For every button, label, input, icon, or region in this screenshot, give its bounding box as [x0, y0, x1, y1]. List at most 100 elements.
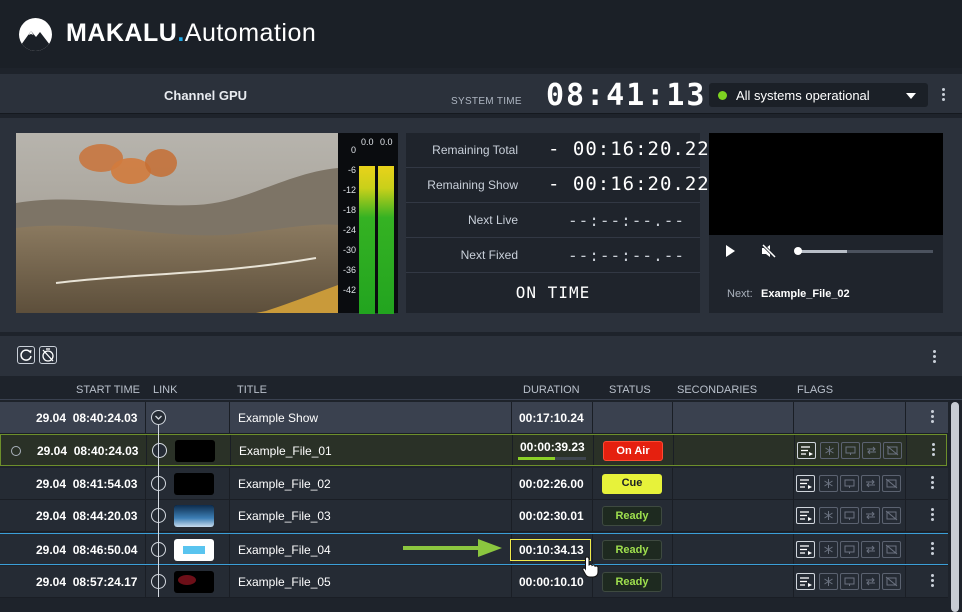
- table-row[interactable]: 29.04 08:57:24.17 Example_File_05 00:00:10…: [0, 566, 948, 598]
- live-feed-icon[interactable]: [840, 541, 859, 558]
- col-start-time[interactable]: START TIME: [76, 384, 140, 396]
- no-image-icon[interactable]: [883, 442, 902, 459]
- playlist-flag-icon[interactable]: [796, 541, 815, 558]
- row-menu-icon[interactable]: [931, 410, 935, 426]
- link-connector: [158, 425, 159, 597]
- playlist-flag-icon[interactable]: [797, 442, 816, 459]
- live-feed-icon[interactable]: [841, 442, 860, 459]
- loop-icon[interactable]: [862, 442, 881, 459]
- row-menu-icon[interactable]: [931, 476, 935, 492]
- row-menu-icon[interactable]: [932, 443, 936, 459]
- loop-icon[interactable]: [861, 507, 880, 524]
- row-duration[interactable]: 00:00:10.10: [519, 575, 584, 589]
- link-node[interactable]: [152, 443, 167, 458]
- status-badge: Ready: [602, 572, 662, 592]
- loop-icon[interactable]: [861, 541, 880, 558]
- timer-off-button[interactable]: [39, 346, 57, 364]
- table-row[interactable]: 29.04 08:41:54.03 Example_File_02 00:02:26…: [0, 468, 948, 500]
- row-duration[interactable]: 00:00:39.23: [520, 440, 585, 454]
- live-feed-icon[interactable]: [840, 507, 859, 524]
- col-flags[interactable]: FLAGS: [797, 384, 833, 396]
- monitor-panel: 0.0 0.0 0 -6 -12 -18 -24 -30 -36 -42 Rem…: [0, 118, 962, 332]
- app-header: MAKALU.Automation: [0, 0, 962, 68]
- row-menu-icon[interactable]: [931, 542, 935, 558]
- timer-row: Next Live --:--:--.--: [406, 203, 700, 238]
- row-title[interactable]: Example_File_04: [238, 543, 331, 557]
- snowflake-icon[interactable]: [819, 507, 838, 524]
- seek-bar[interactable]: [794, 247, 933, 255]
- duration-edit-highlight[interactable]: [510, 539, 591, 561]
- playlist-scrollbar[interactable]: [948, 402, 962, 612]
- row-start-time: 29.04 08:44:20.03: [36, 509, 138, 523]
- collapse-group-button[interactable]: [151, 410, 166, 425]
- timer-label: Remaining Show: [427, 178, 518, 192]
- system-time-label: SYSTEM TIME: [451, 96, 522, 107]
- no-image-icon[interactable]: [882, 475, 901, 492]
- row-title[interactable]: Example_File_05: [238, 575, 331, 589]
- no-image-icon[interactable]: [882, 573, 901, 590]
- playlist-menu-icon[interactable]: [933, 350, 937, 366]
- col-title[interactable]: TITLE: [237, 384, 267, 396]
- row-duration[interactable]: 00:02:26.00: [519, 477, 584, 491]
- annotation-arrow-head: [478, 539, 502, 557]
- channel-menu-icon[interactable]: [942, 88, 946, 104]
- snowflake-icon[interactable]: [820, 442, 839, 459]
- program-video-preview: [16, 133, 338, 313]
- row-title[interactable]: Example_File_02: [238, 477, 331, 491]
- live-feed-icon[interactable]: [840, 475, 859, 492]
- snowflake-icon[interactable]: [819, 573, 838, 590]
- snowflake-icon[interactable]: [819, 541, 838, 558]
- vu-left-channel: [359, 166, 375, 314]
- vu-right-peak: 0.0: [380, 137, 393, 147]
- chevron-down-icon: [906, 93, 916, 99]
- row-menu-icon[interactable]: [931, 508, 935, 524]
- vu-right-channel: [378, 166, 394, 314]
- loop-icon[interactable]: [861, 573, 880, 590]
- system-status-text: All systems operational: [736, 88, 870, 103]
- clip-thumbnail: [174, 571, 214, 593]
- row-menu-icon[interactable]: [931, 574, 935, 590]
- no-image-icon[interactable]: [882, 541, 901, 558]
- live-feed-icon[interactable]: [840, 573, 859, 590]
- playlist-flag-icon[interactable]: [796, 507, 815, 524]
- table-row[interactable]: 29.04 08:40:24.03 Example_File_01 00:00:39…: [0, 434, 947, 466]
- row-duration[interactable]: 00:02:30.01: [519, 509, 584, 523]
- no-image-icon[interactable]: [882, 507, 901, 524]
- refresh-button[interactable]: [17, 346, 35, 364]
- playlist-flag-icon[interactable]: [796, 475, 815, 492]
- table-row[interactable]: 29.04 08:40:24.03 Example Show 00:17:10.24: [0, 402, 948, 434]
- row-start-time: 29.04 08:41:54.03: [36, 477, 138, 491]
- seek-handle[interactable]: [794, 247, 802, 255]
- loop-icon[interactable]: [861, 475, 880, 492]
- system-status-dropdown[interactable]: All systems operational: [709, 83, 928, 107]
- status-badge: Cue: [602, 474, 662, 494]
- row-title[interactable]: Example_File_01: [239, 444, 332, 458]
- playback-progress: [518, 457, 586, 460]
- timer-value: - 00:16:20.22: [548, 173, 710, 195]
- col-duration[interactable]: DURATION: [523, 384, 580, 396]
- col-status[interactable]: STATUS: [609, 384, 651, 396]
- vu-scale: 0 -6 -12 -18 -24 -30 -36 -42: [342, 145, 356, 295]
- status-badge: Ready: [602, 540, 662, 560]
- timer-value: - 00:16:20.22: [548, 138, 710, 160]
- timer-row: Remaining Show - 00:16:20.22: [406, 168, 709, 203]
- playing-clock-icon: [11, 446, 21, 456]
- table-row[interactable]: 29.04 08:44:20.03 Example_File_03 00:02:30…: [0, 500, 948, 532]
- row-duration[interactable]: 00:17:10.24: [519, 411, 584, 425]
- play-icon[interactable]: [726, 245, 735, 257]
- row-title[interactable]: Example_File_03: [238, 509, 331, 523]
- channel-name: Channel GPU: [164, 88, 248, 103]
- status-badge: Ready: [602, 506, 662, 526]
- playlist-flag-icon[interactable]: [796, 573, 815, 590]
- snowflake-icon[interactable]: [819, 475, 838, 492]
- scrollbar-thumb[interactable]: [951, 402, 959, 612]
- timer-label: Remaining Total: [432, 143, 518, 157]
- annotation-arrow: [403, 546, 481, 550]
- mute-icon[interactable]: [761, 243, 777, 259]
- col-secondaries[interactable]: SECONDARIES: [677, 384, 757, 396]
- row-title[interactable]: Example Show: [238, 411, 318, 425]
- player-controls: [709, 235, 943, 267]
- col-link[interactable]: LINK: [153, 384, 177, 396]
- timer-label: Next Live: [467, 213, 518, 227]
- timer-row: Next Fixed --:--:--.--: [406, 238, 700, 273]
